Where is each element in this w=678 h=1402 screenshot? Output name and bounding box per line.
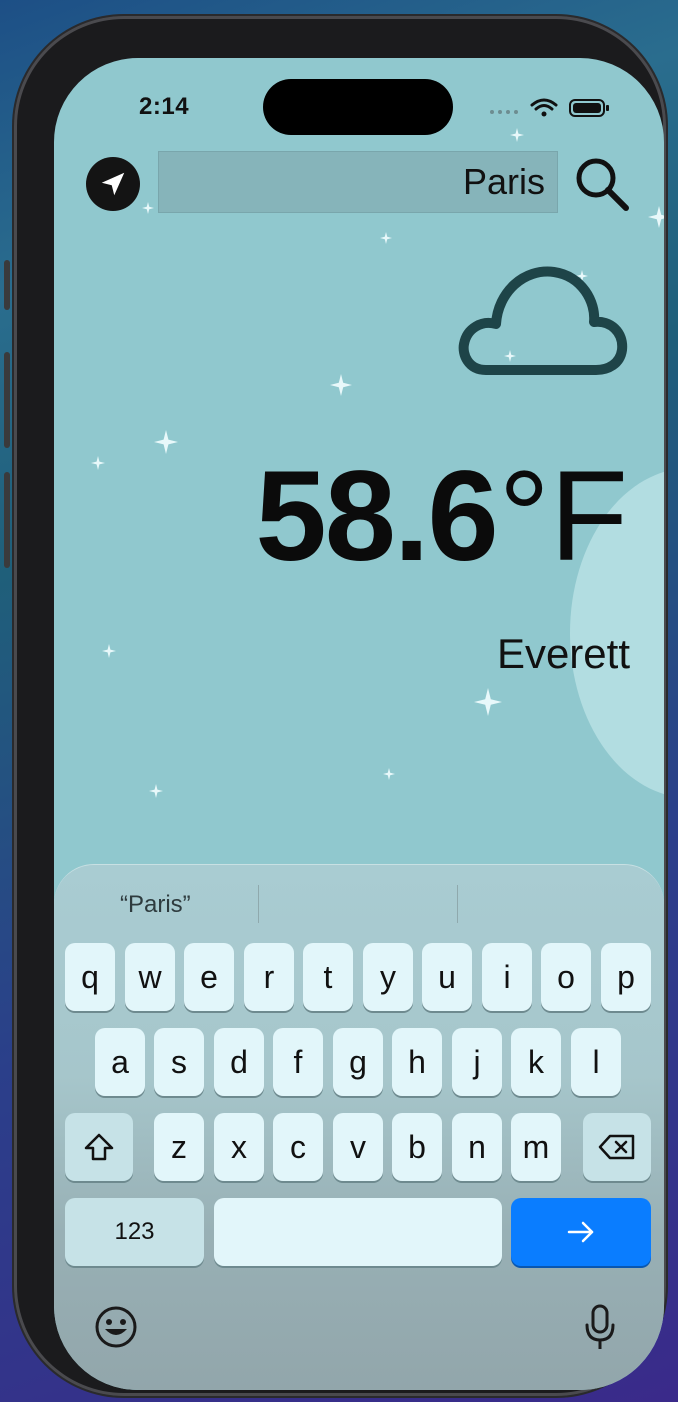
key-k[interactable]: k bbox=[511, 1028, 561, 1096]
key-g[interactable]: g bbox=[333, 1028, 383, 1096]
phone-frame: 2:14 Paris 58.6 °F Everett “Paris” q w e… bbox=[4, 16, 666, 1396]
go-key[interactable] bbox=[511, 1198, 651, 1266]
key-e[interactable]: e bbox=[184, 943, 234, 1011]
suggestion-bar: “Paris” bbox=[54, 879, 664, 927]
city-search-input[interactable]: Paris bbox=[158, 151, 558, 213]
star-icon bbox=[330, 374, 352, 396]
star-icon bbox=[154, 430, 178, 454]
cellular-icon bbox=[490, 110, 518, 114]
key-v[interactable]: v bbox=[333, 1113, 383, 1181]
key-c[interactable]: c bbox=[273, 1113, 323, 1181]
shift-icon bbox=[84, 1133, 114, 1161]
key-i[interactable]: i bbox=[482, 943, 532, 1011]
key-s[interactable]: s bbox=[154, 1028, 204, 1096]
star-icon bbox=[102, 644, 116, 658]
battery-icon bbox=[569, 99, 609, 117]
status-icons bbox=[490, 96, 610, 118]
key-h[interactable]: h bbox=[392, 1028, 442, 1096]
temperature-unit: °F bbox=[498, 445, 628, 588]
key-f[interactable]: f bbox=[273, 1028, 323, 1096]
location-arrow-icon bbox=[101, 172, 125, 196]
key-t[interactable]: t bbox=[303, 943, 353, 1011]
key-r[interactable]: r bbox=[244, 943, 294, 1011]
key-a[interactable]: a bbox=[95, 1028, 145, 1096]
key-x[interactable]: x bbox=[214, 1113, 264, 1181]
emoji-button[interactable] bbox=[94, 1305, 138, 1354]
search-input-value: Paris bbox=[462, 161, 545, 202]
numbers-key[interactable]: 123 bbox=[65, 1198, 204, 1266]
key-j[interactable]: j bbox=[452, 1028, 502, 1096]
suggestion-divider bbox=[457, 885, 458, 923]
delete-icon bbox=[598, 1134, 635, 1160]
wifi-icon bbox=[530, 98, 558, 111]
city-name: Everett bbox=[496, 630, 630, 677]
dynamic-island bbox=[263, 79, 453, 135]
key-d[interactable]: d bbox=[214, 1028, 264, 1096]
key-q[interactable]: q bbox=[65, 943, 115, 1011]
search-button[interactable] bbox=[574, 156, 632, 214]
suggestion-1[interactable]: “Paris” bbox=[120, 891, 191, 919]
temperature-display: 58.6 °F bbox=[256, 453, 629, 581]
key-w[interactable]: w bbox=[125, 943, 175, 1011]
cloud-icon bbox=[458, 262, 628, 378]
star-icon bbox=[648, 206, 664, 228]
star-icon bbox=[474, 688, 502, 716]
star-icon bbox=[91, 456, 105, 470]
keyboard: “Paris” q w e r t y u i o p a s d f g h bbox=[54, 864, 664, 1390]
key-p[interactable]: p bbox=[601, 943, 651, 1011]
key-l[interactable]: l bbox=[571, 1028, 621, 1096]
suggestion-divider bbox=[258, 885, 259, 923]
shift-key[interactable] bbox=[65, 1113, 133, 1181]
star-icon bbox=[510, 128, 524, 142]
microphone-icon bbox=[585, 1304, 615, 1349]
delete-key[interactable] bbox=[583, 1113, 651, 1181]
location-button[interactable] bbox=[86, 157, 140, 211]
action-button bbox=[4, 260, 10, 310]
key-n[interactable]: n bbox=[452, 1113, 502, 1181]
emoji-icon bbox=[95, 1306, 137, 1348]
key-b[interactable]: b bbox=[392, 1113, 442, 1181]
dictation-button[interactable] bbox=[582, 1303, 618, 1358]
star-icon bbox=[142, 202, 154, 214]
screen: 2:14 Paris 58.6 °F Everett “Paris” q w e… bbox=[54, 58, 664, 1390]
key-u[interactable]: u bbox=[422, 943, 472, 1011]
arrow-right-icon bbox=[567, 1221, 594, 1243]
search-icon bbox=[576, 158, 629, 211]
volume-up-button bbox=[4, 352, 10, 448]
star-icon bbox=[383, 768, 395, 780]
key-m[interactable]: m bbox=[511, 1113, 561, 1181]
status-time: 2:14 bbox=[139, 93, 190, 120]
volume-down-button bbox=[4, 472, 10, 568]
space-key[interactable] bbox=[214, 1198, 502, 1266]
temperature-value: 58.6 bbox=[255, 445, 499, 588]
key-z[interactable]: z bbox=[154, 1113, 204, 1181]
key-y[interactable]: y bbox=[363, 943, 413, 1011]
star-icon bbox=[149, 784, 163, 798]
star-icon bbox=[380, 232, 392, 244]
key-o[interactable]: o bbox=[541, 943, 591, 1011]
